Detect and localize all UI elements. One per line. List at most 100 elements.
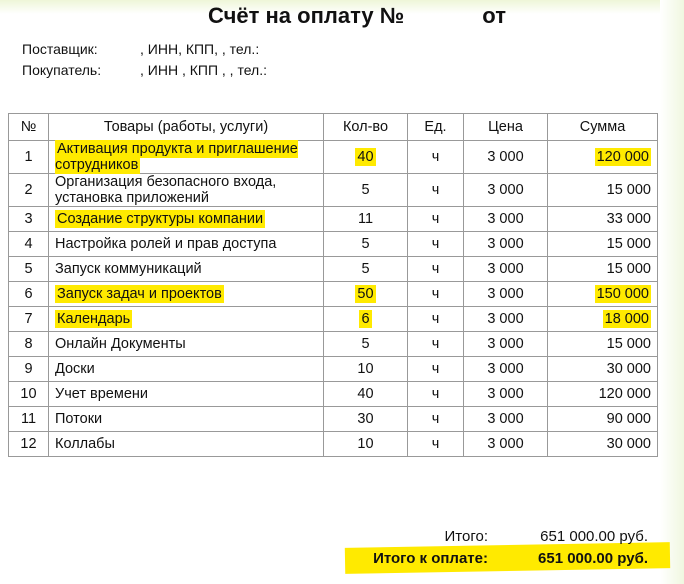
cell-n-text: 4	[24, 236, 33, 252]
cell-price-text: 3 000	[487, 386, 524, 402]
total-label: Итого:	[444, 528, 488, 545]
cell-unit-text: ч	[431, 411, 440, 427]
cell-sum-text: 30 000	[606, 361, 651, 377]
cell-sum-text: 15 000	[606, 236, 651, 252]
cell-price-text: 3 000	[487, 261, 524, 277]
cell-name-text: Запуск задач и проектов	[55, 285, 224, 303]
cell-n: 10	[8, 381, 49, 407]
cell-qty: 6	[323, 306, 408, 332]
cell-unit: ч	[407, 406, 464, 432]
col-price: Цена	[463, 113, 548, 141]
cell-unit: ч	[407, 381, 464, 407]
cell-name: Создание структуры компании	[48, 206, 324, 232]
cell-sum-text: 30 000	[606, 436, 651, 452]
cell-qty-text: 5	[361, 261, 370, 277]
cell-unit: ч	[407, 206, 464, 232]
cell-qty: 5	[323, 173, 408, 207]
supplier-label: Поставщик:	[22, 41, 98, 57]
cell-sum: 30 000	[547, 356, 658, 382]
invoice-table: № Товары (работы, услуги) Кол-во Ед. Цен…	[8, 113, 658, 457]
cell-n-text: 7	[24, 311, 33, 327]
cell-unit: ч	[407, 356, 464, 382]
cell-sum-text: 18 000	[602, 310, 651, 328]
cell-qty: 5	[323, 331, 408, 357]
cell-n: 12	[8, 431, 49, 457]
col-unit: Ед.	[407, 113, 464, 141]
total-line: Итого: 651 000.00 руб.	[445, 528, 648, 545]
cell-name-text: Запуск коммуникаций	[55, 261, 202, 277]
cell-name: Активация продукта и приглашение сотрудн…	[48, 140, 324, 174]
due-label: Итого к оплате:	[373, 550, 488, 567]
cell-name: Настройка ролей и прав доступа	[48, 231, 324, 257]
cell-price: 3 000	[463, 206, 548, 232]
cell-n-text: 5	[24, 261, 33, 277]
cell-sum: 18 000	[547, 306, 658, 332]
due-line: Итого к оплате: 651 000.00 руб.	[373, 550, 648, 567]
cell-unit: ч	[407, 331, 464, 357]
cell-name: Календарь	[48, 306, 324, 332]
cell-name-text: Настройка ролей и прав доступа	[55, 236, 277, 252]
cell-price: 3 000	[463, 331, 548, 357]
cell-n: 6	[8, 281, 49, 307]
cell-sum: 90 000	[547, 406, 658, 432]
cell-sum-text: 15 000	[606, 336, 651, 352]
cell-qty-text: 40	[355, 148, 376, 166]
cell-n-text: 8	[24, 336, 33, 352]
table-row: 2 Организация безопасного входа, установк…	[8, 173, 658, 207]
cell-n-text: 11	[20, 411, 37, 427]
col-number: №	[8, 113, 49, 141]
cell-unit: ч	[407, 431, 464, 457]
cell-qty-text: 5	[361, 336, 370, 352]
buyer-label: Покупатель:	[22, 62, 102, 78]
cell-qty-text: 40	[357, 386, 374, 402]
cell-qty: 5	[323, 256, 408, 282]
cell-price: 3 000	[463, 256, 548, 282]
cell-name: Учет времени	[48, 381, 324, 407]
table-row: 9 Доски 10 ч 3 000 30 000	[8, 356, 658, 382]
cell-name: Онлайн Документы	[48, 331, 324, 357]
cell-name-text: Учет времени	[55, 386, 148, 402]
table-row: 4 Настройка ролей и прав доступа 5 ч 3 000 15…	[8, 231, 658, 257]
cell-qty-text: 50	[355, 285, 376, 303]
cell-n: 3	[8, 206, 49, 232]
table-row: 1 Активация продукта и приглашение сотруд…	[8, 140, 658, 174]
col-qty: Кол-во	[323, 113, 408, 141]
cell-qty: 11	[323, 206, 408, 232]
cell-unit-text: ч	[431, 361, 440, 377]
cell-unit-text: ч	[431, 211, 440, 227]
cell-price-text: 3 000	[487, 211, 524, 227]
cell-price: 3 000	[463, 140, 548, 174]
supplier-line: Поставщик: , ИНН, КПП, , тел.:	[22, 41, 259, 57]
cell-qty-text: 30	[357, 411, 374, 427]
cell-unit: ч	[407, 140, 464, 174]
cell-price: 3 000	[463, 306, 548, 332]
cell-name: Запуск коммуникаций	[48, 256, 324, 282]
table-row: 8 Онлайн Документы 5 ч 3 000 15 000	[8, 331, 658, 357]
cell-unit: ч	[407, 306, 464, 332]
cell-name: Доски	[48, 356, 324, 382]
cell-name-text: Организация безопасного входа, установка…	[55, 174, 277, 206]
cell-sum: 120 000	[547, 140, 658, 174]
cell-sum-text: 15 000	[606, 182, 651, 198]
cell-price-text: 3 000	[487, 149, 524, 165]
cell-unit-text: ч	[431, 286, 440, 302]
cell-qty: 40	[323, 140, 408, 174]
cell-qty-text: 10	[357, 361, 374, 377]
cell-sum-text: 33 000	[606, 211, 651, 227]
cell-n: 1	[8, 140, 49, 174]
cell-qty-text: 5	[361, 182, 370, 198]
cell-name-text: Создание структуры компании	[55, 210, 266, 228]
table-row: 5 Запуск коммуникаций 5 ч 3 000 15 000	[8, 256, 658, 282]
cell-unit-text: ч	[431, 436, 440, 452]
cell-unit-text: ч	[431, 236, 440, 252]
cell-sum: 15 000	[547, 231, 658, 257]
cell-price: 3 000	[463, 356, 548, 382]
cell-sum: 30 000	[547, 431, 658, 457]
cell-price-text: 3 000	[487, 361, 524, 377]
cell-n: 5	[8, 256, 49, 282]
buyer-line: Покупатель: , ИНН , КПП , , тел.:	[22, 62, 267, 78]
cell-price-text: 3 000	[487, 286, 524, 302]
supplier-value: , ИНН, КПП, , тел.:	[140, 41, 260, 57]
cell-qty-text: 5	[361, 236, 370, 252]
col-sum: Сумма	[547, 113, 658, 141]
